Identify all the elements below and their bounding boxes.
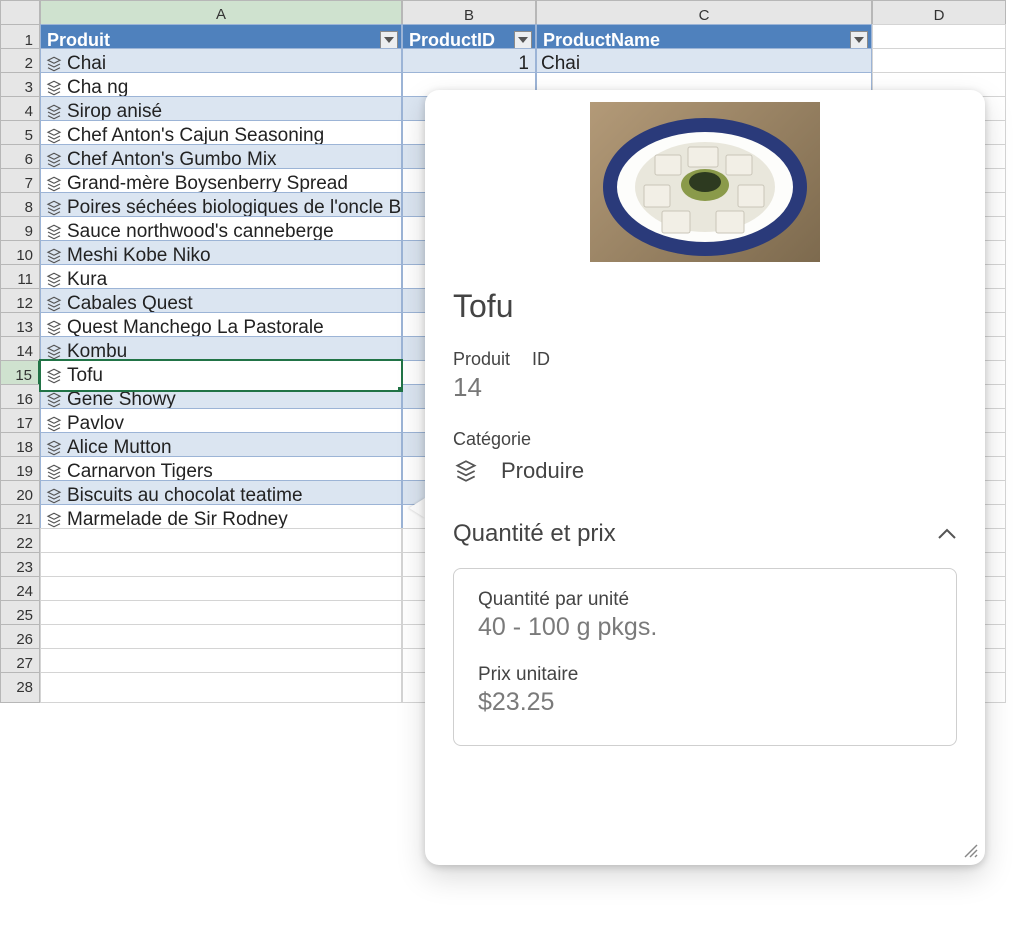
fill-handle[interactable] xyxy=(397,386,402,391)
linked-record-icon xyxy=(45,487,63,505)
linked-record-icon xyxy=(45,271,63,289)
linked-record-icon xyxy=(45,79,63,97)
linked-record-icon xyxy=(45,247,63,265)
qty-per-unit-value: 40 - 100 g pkgs. xyxy=(478,613,932,642)
linked-record-icon xyxy=(45,175,63,193)
card-id-label: ProduitID xyxy=(453,349,957,370)
linked-record-icon xyxy=(45,151,63,169)
data-card: Tofu ProduitID 14 Catégorie Produire Qua… xyxy=(425,90,985,865)
card-id-value: 14 xyxy=(453,372,957,403)
linked-record-icon xyxy=(45,55,63,73)
filter-button[interactable] xyxy=(514,31,532,49)
linked-record-icon xyxy=(45,295,63,313)
filter-button[interactable] xyxy=(380,31,398,49)
linked-record-icon xyxy=(45,463,63,481)
unit-price-value: $23.25 xyxy=(478,688,932,717)
linked-record-icon xyxy=(45,223,63,241)
row-header[interactable]: 28 xyxy=(0,672,40,703)
card-qty-price-box: Quantité par unité 40 - 100 g pkgs. Prix… xyxy=(453,568,957,746)
qty-per-unit-label: Quantité par unité xyxy=(478,589,932,611)
filter-button[interactable] xyxy=(850,31,868,49)
card-image xyxy=(453,98,957,276)
callout-pointer xyxy=(409,498,425,518)
card-section-header[interactable]: Quantité et prix xyxy=(453,520,957,548)
card-category-label: Catégorie xyxy=(453,429,957,450)
resize-grip[interactable] xyxy=(961,841,979,859)
unit-price-label: Prix unitaire xyxy=(478,664,932,686)
product-name: Tofu xyxy=(67,365,103,387)
empty-cell[interactable] xyxy=(40,672,402,703)
chevron-up-icon xyxy=(937,528,957,540)
linked-record-icon xyxy=(45,439,63,457)
linked-record-icon xyxy=(45,319,63,337)
linked-record-icon xyxy=(453,458,479,484)
linked-record-icon xyxy=(45,343,63,361)
linked-record-icon xyxy=(45,415,63,433)
product-cell[interactable]: Tofu xyxy=(40,360,402,391)
card-title: Tofu xyxy=(453,288,957,325)
linked-record-icon xyxy=(45,127,63,145)
linked-record-icon xyxy=(45,511,63,529)
linked-record-icon xyxy=(45,367,63,385)
product-image xyxy=(590,102,820,262)
card-category-value: Produire xyxy=(501,458,584,484)
linked-record-icon xyxy=(45,103,63,121)
linked-record-icon xyxy=(45,199,63,217)
linked-record-icon xyxy=(45,391,63,409)
card-category-row: Produire xyxy=(453,458,957,484)
